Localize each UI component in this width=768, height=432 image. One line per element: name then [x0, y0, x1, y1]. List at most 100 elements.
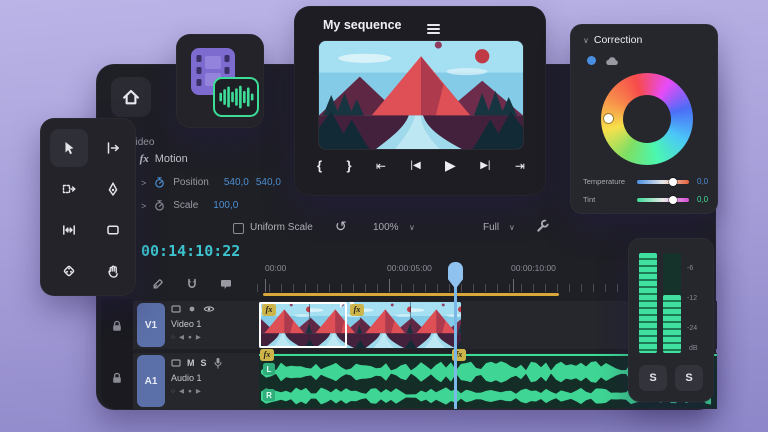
audio-track-target[interactable]: A1 [137, 355, 165, 407]
solo-right-button[interactable]: S [675, 365, 703, 391]
temperature-slider[interactable] [637, 178, 689, 186]
ripple-edit-tool-icon [62, 184, 76, 194]
eye-icon[interactable] [203, 304, 215, 314]
transition-handle-icon[interactable] [340, 302, 345, 308]
work-area-bar[interactable] [263, 293, 559, 296]
mic-icon[interactable] [213, 357, 223, 369]
chevron-right-icon[interactable]: > [141, 178, 146, 188]
playhead-line[interactable] [454, 285, 457, 409]
solo-left-button[interactable]: S [639, 365, 667, 391]
keyframe-next-icon[interactable]: ▶ [196, 333, 201, 341]
selection-tool-icon [65, 142, 74, 155]
marker-icon[interactable] [219, 277, 233, 291]
audio-track-name[interactable]: Audio 1 [171, 373, 202, 383]
ruler-label: 00:00 [265, 263, 287, 273]
source-patch-icon[interactable] [171, 304, 181, 314]
keyframe-next-icon[interactable]: ▶ [196, 387, 201, 395]
video-track-target[interactable]: V1 [137, 303, 165, 347]
color-wheel-handle[interactable] [604, 114, 613, 123]
step-forward-button[interactable]: ▶| [480, 160, 490, 171]
keyframe-circle-icon[interactable]: ○ [171, 334, 175, 341]
scale-property-row: > Scale 100,0 [141, 199, 238, 212]
play-button[interactable]: ▶ [445, 157, 456, 174]
keyframe-prev-icon[interactable]: ◀ [179, 387, 184, 395]
snap-magnet-icon[interactable] [185, 277, 199, 291]
stopwatch-icon[interactable] [153, 199, 166, 212]
lock-icon[interactable] [110, 319, 124, 333]
chevron-down-icon[interactable]: ∨ [583, 36, 589, 45]
channel-right-badge: R [263, 389, 275, 401]
color-wheel-hole [623, 95, 671, 143]
go-to-in-button[interactable]: ⇤ [376, 159, 386, 173]
mark-in-button[interactable]: { [317, 158, 322, 173]
mute-button[interactable]: M [187, 358, 195, 368]
keyframe-controls: ○ ◀ ● ▶ [171, 333, 201, 342]
razor-icon[interactable] [151, 277, 165, 291]
slip-tool-button[interactable] [50, 211, 88, 249]
chevron-down-icon[interactable]: ∨ [509, 223, 515, 232]
clip-bin-panel [176, 34, 264, 128]
pen-tool-button[interactable] [94, 170, 132, 208]
fx-icon: fx [139, 153, 149, 165]
temperature-knob[interactable] [669, 178, 677, 186]
temperature-value[interactable]: 0,0 [697, 177, 708, 186]
motion-effect-row[interactable]: ∨ fx Motion [127, 153, 188, 165]
cloud-icon[interactable] [605, 55, 619, 66]
program-monitor-frame[interactable] [319, 41, 523, 149]
pen-tool-icon [108, 182, 118, 196]
tint-knob[interactable] [669, 196, 677, 204]
scale-value[interactable]: 100,0 [213, 200, 238, 211]
tint-value[interactable]: 0,0 [697, 195, 708, 204]
wrench-icon[interactable] [535, 218, 550, 233]
playback-resolution-value[interactable]: Full [483, 222, 499, 233]
meter-track-right [663, 253, 681, 353]
mark-out-button[interactable]: } [346, 158, 351, 173]
sync-lock-icon[interactable] [187, 304, 197, 314]
fx-badge[interactable]: fx [350, 304, 364, 316]
waveform-icon [219, 85, 254, 109]
step-back-button[interactable]: |◀ [410, 160, 420, 171]
position-x-value[interactable]: 540,0 [224, 177, 249, 188]
timecode-display[interactable]: 00:14:10:22 [141, 242, 240, 260]
razor-tool-button[interactable] [50, 252, 88, 290]
keyframe-circle-icon[interactable]: ○ [171, 388, 175, 395]
solo-button[interactable]: S [201, 358, 207, 368]
position-label: Position [173, 177, 209, 188]
chevron-right-icon[interactable]: > [141, 201, 146, 211]
rectangle-tool-button[interactable] [94, 211, 132, 249]
source-patch-icon[interactable] [171, 358, 181, 368]
audio-clip-thumbnail-icon[interactable] [213, 77, 259, 117]
uniform-scale-checkbox[interactable] [233, 223, 244, 234]
stopwatch-icon[interactable] [153, 176, 166, 189]
temperature-label: Temperature [583, 177, 626, 186]
fx-badge[interactable]: fx [262, 304, 276, 316]
sequence-title: My sequence [323, 18, 402, 32]
fx-badge[interactable]: fx [260, 349, 274, 361]
chevron-down-icon[interactable]: ∨ [409, 223, 415, 232]
channel-left-badge: L [263, 363, 275, 375]
meter-scale-label: -12 [687, 295, 698, 302]
video-track-name[interactable]: Video 1 [171, 319, 201, 329]
meter-scale-label: -24 [687, 325, 698, 332]
correction-panel: ∨ Correction Temperature 0,0 Tint 0,0 [570, 24, 718, 214]
keyframe-add-icon[interactable]: ● [188, 334, 192, 341]
tint-label: Tint [583, 195, 596, 204]
go-to-out-button[interactable]: ⇥ [515, 159, 525, 173]
rotate-icon[interactable]: ↺ [335, 218, 347, 235]
keyframe-add-icon[interactable]: ● [188, 388, 192, 395]
color-dot-icon[interactable] [587, 56, 596, 65]
hand-tool-button[interactable] [94, 252, 132, 290]
rectangle-tool-icon [107, 225, 119, 235]
meter-bar-right [663, 295, 681, 353]
track-select-tool-button[interactable] [94, 129, 132, 167]
selection-tool-button[interactable] [50, 129, 88, 167]
ripple-edit-tool-button[interactable] [50, 170, 88, 208]
keyframe-prev-icon[interactable]: ◀ [179, 333, 184, 341]
lock-icon[interactable] [110, 371, 124, 385]
panel-menu-icon[interactable] [427, 22, 440, 36]
tools-panel [40, 118, 136, 296]
zoom-level-value[interactable]: 100% [373, 222, 399, 233]
tint-slider[interactable] [637, 196, 689, 204]
position-y-value[interactable]: 540,0 [256, 177, 281, 188]
home-button[interactable] [111, 77, 151, 117]
